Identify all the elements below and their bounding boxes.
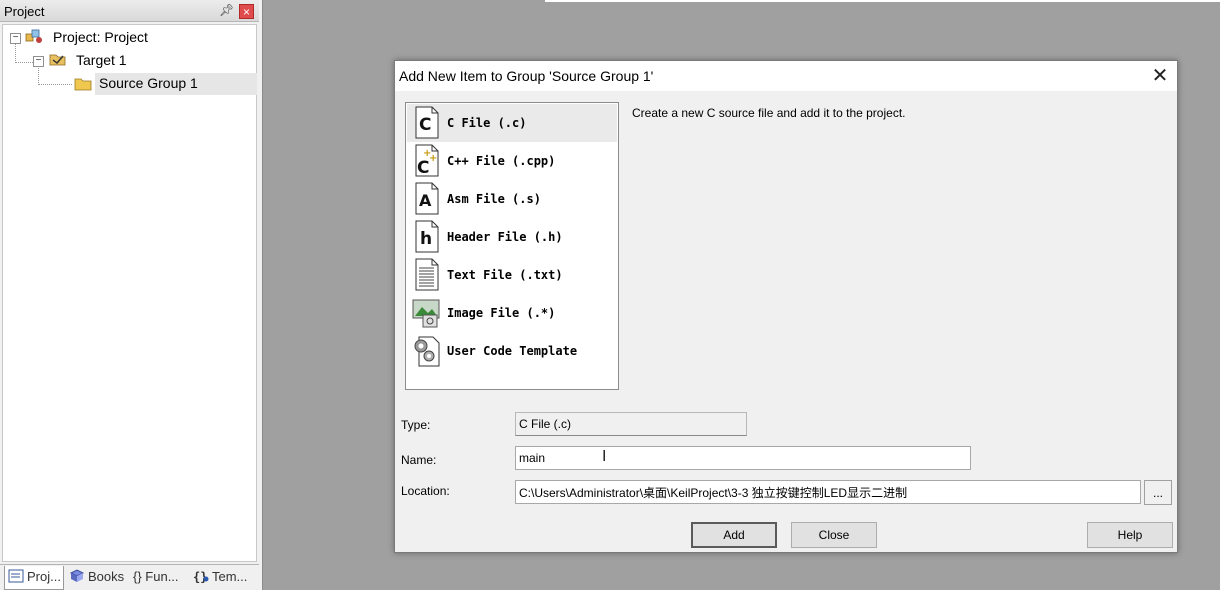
dialog-titlebar[interactable]: Add New Item to Group 'Source Group 1' ✕ (395, 61, 1177, 91)
list-item-asm-file[interactable]: A Asm File (.s) (407, 180, 617, 218)
list-item-label: Text File (.txt) (447, 268, 563, 282)
top-strip (545, 0, 1220, 2)
type-label: Type: (401, 418, 431, 432)
project-panel: Project 📌︎ × − Project: Project − Target… (0, 0, 263, 590)
tree-item-target[interactable]: Target 1 (76, 49, 127, 71)
project-tree: − Project: Project − Target 1 Source Gro… (2, 24, 257, 562)
project-icon (25, 29, 42, 43)
tree-item-source-group[interactable]: Source Group 1 (99, 72, 198, 94)
help-button[interactable]: Help (1087, 522, 1173, 548)
user-template-icon (414, 336, 440, 367)
text-cursor-icon: I (602, 448, 607, 465)
item-type-list: C C File (.c) C + + C++ File (.cpp) A As… (405, 102, 619, 390)
collapse-toggle[interactable]: − (10, 33, 21, 44)
project-panel-tabs: Proj... Books {} Fun... {} Tem... (0, 564, 259, 590)
tree-connector (38, 84, 72, 85)
project-tab-icon (8, 569, 24, 583)
cpp-file-icon: C + + (415, 144, 439, 177)
target-folder-icon (49, 54, 66, 66)
list-item-cpp-file[interactable]: C + + C++ File (.cpp) (407, 142, 617, 180)
svg-text:+: + (429, 153, 437, 164)
list-item-label: Header File (.h) (447, 230, 563, 244)
browse-button[interactable]: ... (1144, 480, 1172, 505)
project-panel-header: Project 📌︎ × (0, 0, 259, 22)
c-file-icon: C (415, 106, 439, 139)
name-label: Name: (401, 453, 437, 467)
close-button[interactable]: Close (791, 522, 877, 548)
list-item-label: Asm File (.s) (447, 192, 541, 206)
svg-text:C: C (417, 158, 429, 177)
list-item-label: C File (.c) (447, 116, 527, 130)
item-description: Create a new C source file and add it to… (632, 106, 906, 120)
list-item-header-file[interactable]: h Header File (.h) (407, 218, 617, 256)
tab-project[interactable]: Proj... (4, 566, 64, 590)
dialog-title: Add New Item to Group 'Source Group 1' (399, 68, 654, 84)
type-value: C File (.c) (519, 417, 571, 431)
tab-functions[interactable]: {} Fun... (130, 566, 188, 590)
list-item-text-file[interactable]: Text File (.txt) (407, 256, 617, 294)
location-label: Location: (401, 484, 450, 498)
list-item-label: User Code Template (447, 344, 578, 358)
list-item-label: Image File (.*) (447, 306, 556, 320)
add-button[interactable]: Add (691, 522, 777, 548)
tab-books-label: Books (88, 569, 125, 584)
svg-text:h: h (420, 229, 432, 249)
project-panel-title: Project (4, 4, 45, 19)
pin-icon[interactable]: 📌︎ (219, 3, 234, 18)
list-item-user-template[interactable]: User Code Template (407, 332, 617, 370)
close-icon[interactable]: × (239, 4, 254, 19)
close-icon[interactable]: ✕ (1147, 64, 1173, 88)
tree-item-project[interactable]: Project: Project (53, 26, 148, 48)
list-item-image-file[interactable]: Image File (.*) (407, 294, 617, 332)
header-file-icon: h (415, 220, 439, 253)
svg-text:C: C (419, 115, 431, 135)
add-new-item-dialog: Add New Item to Group 'Source Group 1' ✕… (394, 60, 1178, 553)
tab-project-label: Proj... (27, 569, 61, 584)
list-item-c-file[interactable]: C C File (.c) (407, 104, 617, 142)
templates-icon: {} (193, 570, 209, 583)
tab-templates-label: Tem... (212, 569, 248, 584)
location-input[interactable] (515, 480, 1141, 504)
type-field: C File (.c) (515, 412, 747, 436)
asm-file-icon: A (415, 182, 439, 215)
books-icon (69, 569, 85, 582)
tab-functions-label: {} Fun... (133, 569, 179, 584)
list-item-label: C++ File (.cpp) (447, 154, 556, 168)
tab-templates[interactable]: {} Tem... (190, 566, 252, 590)
tree-connector (15, 43, 16, 63)
tree-connector (38, 66, 39, 85)
svg-text:A: A (419, 191, 432, 210)
tab-books[interactable]: Books (66, 566, 128, 590)
image-file-icon (412, 299, 440, 328)
collapse-toggle[interactable]: − (33, 56, 44, 67)
folder-icon (74, 78, 92, 91)
tree-connector (15, 62, 35, 63)
text-file-icon (415, 258, 439, 291)
name-input[interactable] (515, 446, 971, 470)
